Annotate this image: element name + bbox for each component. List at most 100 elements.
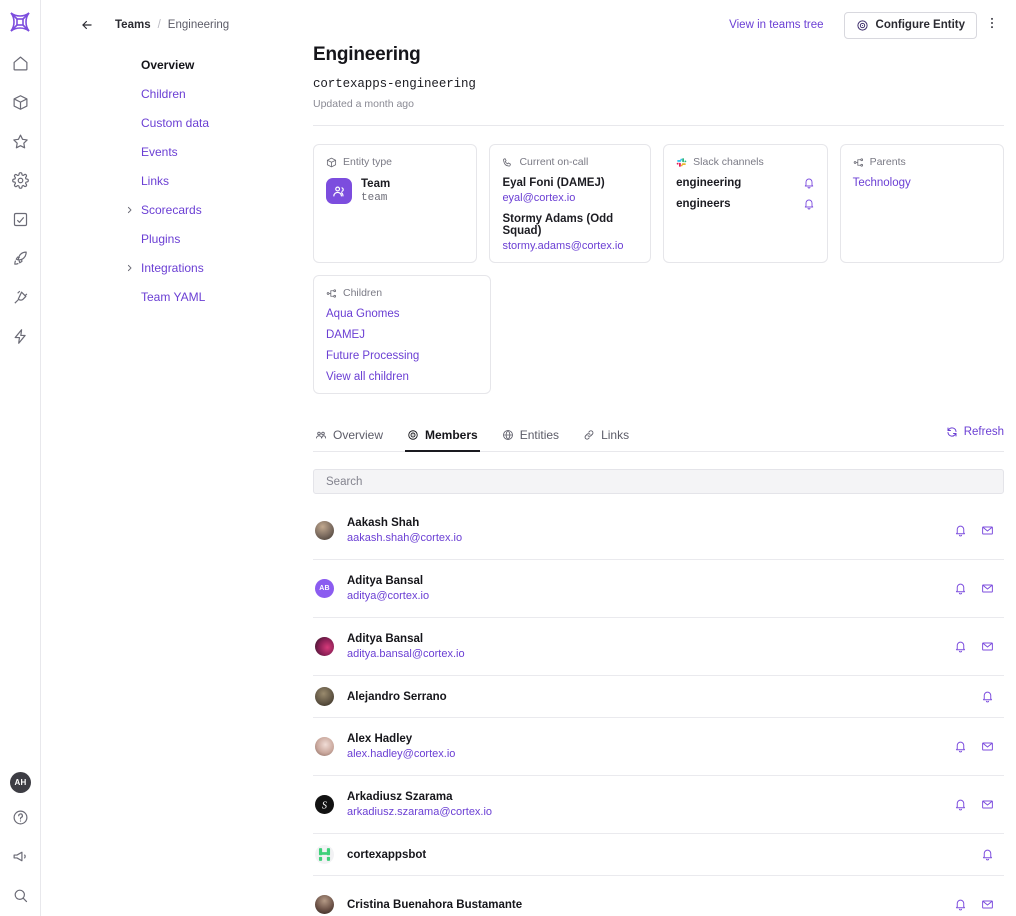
back-button[interactable]	[80, 18, 94, 37]
sidebar-item-events[interactable]: Events	[101, 137, 276, 166]
star-icon	[12, 133, 29, 155]
sidebar-item-integrations[interactable]: Integrations	[101, 253, 276, 282]
bell-icon[interactable]	[981, 848, 994, 861]
breadcrumb-teams[interactable]: Teams	[115, 19, 151, 31]
rail-bottom-group: AH	[0, 772, 41, 910]
parents-card: Parents Technology	[839, 144, 1005, 263]
sidebar-item-home[interactable]	[8, 54, 32, 78]
member-info: Arkadiusz Szarama arkadiusz.szarama@cort…	[347, 791, 954, 818]
table-row[interactable]: Alex Hadley alex.hadley@cortex.io	[313, 718, 1004, 776]
member-email[interactable]: aditya.bansal@cortex.io	[347, 648, 954, 660]
sidebar-item-launchpad[interactable]	[8, 249, 32, 273]
bell-icon[interactable]	[954, 798, 967, 811]
member-email[interactable]: aakash.shah@cortex.io	[347, 532, 954, 544]
bell-icon[interactable]	[954, 582, 967, 595]
chevron-right-icon[interactable]	[125, 263, 134, 272]
card-header: Current on-call	[502, 156, 638, 168]
cortex-logo-icon[interactable]	[6, 8, 34, 36]
configure-entity-label: Configure Entity	[875, 19, 965, 31]
view-in-teams-tree-link[interactable]: View in teams tree	[729, 19, 823, 31]
search-input[interactable]	[324, 474, 993, 489]
bell-icon[interactable]	[803, 198, 815, 210]
on-call-name: Stormy Adams (Odd Squad)	[502, 213, 614, 237]
sidebar-item-integrations[interactable]	[8, 288, 32, 312]
on-call-email[interactable]: eyal@cortex.io	[502, 192, 638, 204]
avatar[interactable]: AH	[10, 772, 31, 793]
more-options-button[interactable]	[981, 12, 1003, 38]
member-name: cortexappsbot	[347, 848, 427, 861]
child-link-aqua-gnomes[interactable]: Aqua Gnomes	[326, 308, 478, 320]
member-email[interactable]: alex.hadley@cortex.io	[347, 748, 954, 760]
bell-icon[interactable]	[954, 740, 967, 753]
member-info: Alex Hadley alex.hadley@cortex.io	[347, 733, 954, 760]
help-button[interactable]	[9, 808, 33, 832]
tab-links[interactable]: Links	[581, 424, 631, 452]
tab-members[interactable]: Members	[405, 424, 480, 452]
sidebar-item-scorecards[interactable]: Scorecards	[101, 195, 276, 224]
child-link-future-processing[interactable]: Future Processing	[326, 350, 478, 362]
entity-type-card: Entity type Team team	[313, 144, 478, 263]
card-title: Slack channels	[693, 156, 764, 168]
bell-icon[interactable]	[803, 177, 815, 189]
table-row[interactable]: AB Aditya Bansal aditya@cortex.io	[313, 560, 1004, 618]
table-row[interactable]: Cristina Buenahora Bustamante	[313, 876, 1004, 916]
row-actions	[954, 582, 1002, 595]
sidebar-item-children[interactable]: Children	[101, 79, 276, 108]
parent-link[interactable]: Technology	[853, 177, 991, 189]
slack-channel-row: engineers	[676, 198, 814, 210]
member-email[interactable]: arkadiusz.szarama@cortex.io	[347, 806, 954, 818]
entity-tag: cortexapps-engineering	[313, 77, 476, 91]
sidebar-item-team-yaml[interactable]: Team YAML	[101, 282, 276, 311]
envelope-icon[interactable]	[981, 640, 994, 653]
bell-icon[interactable]	[981, 690, 994, 703]
sidebar-item-overview[interactable]: Overview	[101, 50, 276, 79]
envelope-icon[interactable]	[981, 582, 994, 595]
envelope-icon[interactable]	[981, 740, 994, 753]
search-bar[interactable]	[313, 469, 1004, 494]
slack-channel-name[interactable]: engineering	[676, 177, 741, 189]
sidebar-item-label: Plugins	[141, 231, 181, 246]
bell-icon[interactable]	[954, 524, 967, 537]
sidebar-item-plugins[interactable]: Plugins	[101, 224, 276, 253]
envelope-icon[interactable]	[981, 798, 994, 811]
member-info: Cristina Buenahora Bustamante	[347, 899, 954, 911]
card-header: Entity type	[326, 156, 464, 168]
announcements-button[interactable]	[9, 847, 33, 871]
bell-icon[interactable]	[954, 640, 967, 653]
member-name: Aditya Bansal	[347, 575, 424, 587]
sidebar-item-custom-data[interactable]: Custom data	[101, 108, 276, 137]
sidebar-item-label: Links	[141, 173, 170, 188]
avatar: S	[315, 795, 334, 814]
slack-channel-name[interactable]: engineers	[676, 198, 730, 210]
avatar	[315, 737, 334, 756]
sidebar-item-initiatives[interactable]	[8, 210, 32, 234]
table-row[interactable]: Aditya Bansal aditya.bansal@cortex.io	[313, 618, 1004, 676]
sidebar-item-catalog[interactable]	[8, 93, 32, 117]
tab-overview[interactable]: Overview	[313, 424, 385, 452]
sidebar-item-scorecards[interactable]	[8, 132, 32, 156]
search-button[interactable]	[9, 886, 33, 910]
table-row[interactable]: Alejandro Serrano	[313, 676, 1004, 718]
on-call-person: Stormy Adams (Odd Squad) stormy.adams@co…	[502, 213, 638, 252]
member-email[interactable]: aditya@cortex.io	[347, 590, 954, 602]
tab-entities[interactable]: Entities	[500, 424, 561, 452]
tab-label: Entities	[519, 428, 560, 442]
envelope-icon[interactable]	[981, 524, 994, 537]
table-row[interactable]: cortexappsbot	[313, 834, 1004, 876]
table-row[interactable]: Aakash Shah aakash.shah@cortex.io	[313, 502, 1004, 560]
on-call-email[interactable]: stormy.adams@cortex.io	[502, 240, 638, 252]
view-all-children-link[interactable]: View all children	[326, 371, 478, 383]
configure-entity-button[interactable]: Configure Entity	[843, 11, 977, 39]
entity-type-slug: team	[361, 192, 388, 204]
refresh-button[interactable]: Refresh	[946, 426, 1004, 438]
bell-icon[interactable]	[954, 898, 967, 911]
chevron-right-icon[interactable]	[125, 205, 134, 214]
sidebar-item-settings[interactable]	[8, 171, 32, 195]
sidebar-item-links[interactable]: Links	[101, 166, 276, 195]
team-icon	[326, 178, 352, 204]
sidebar-item-actions[interactable]	[8, 327, 32, 351]
child-link-damej[interactable]: DAMEJ	[326, 329, 478, 341]
envelope-icon[interactable]	[981, 898, 994, 911]
slack-channels-card: Slack channels engineering engineers	[663, 144, 828, 263]
table-row[interactable]: S Arkadiusz Szarama arkadiusz.szarama@co…	[313, 776, 1004, 834]
